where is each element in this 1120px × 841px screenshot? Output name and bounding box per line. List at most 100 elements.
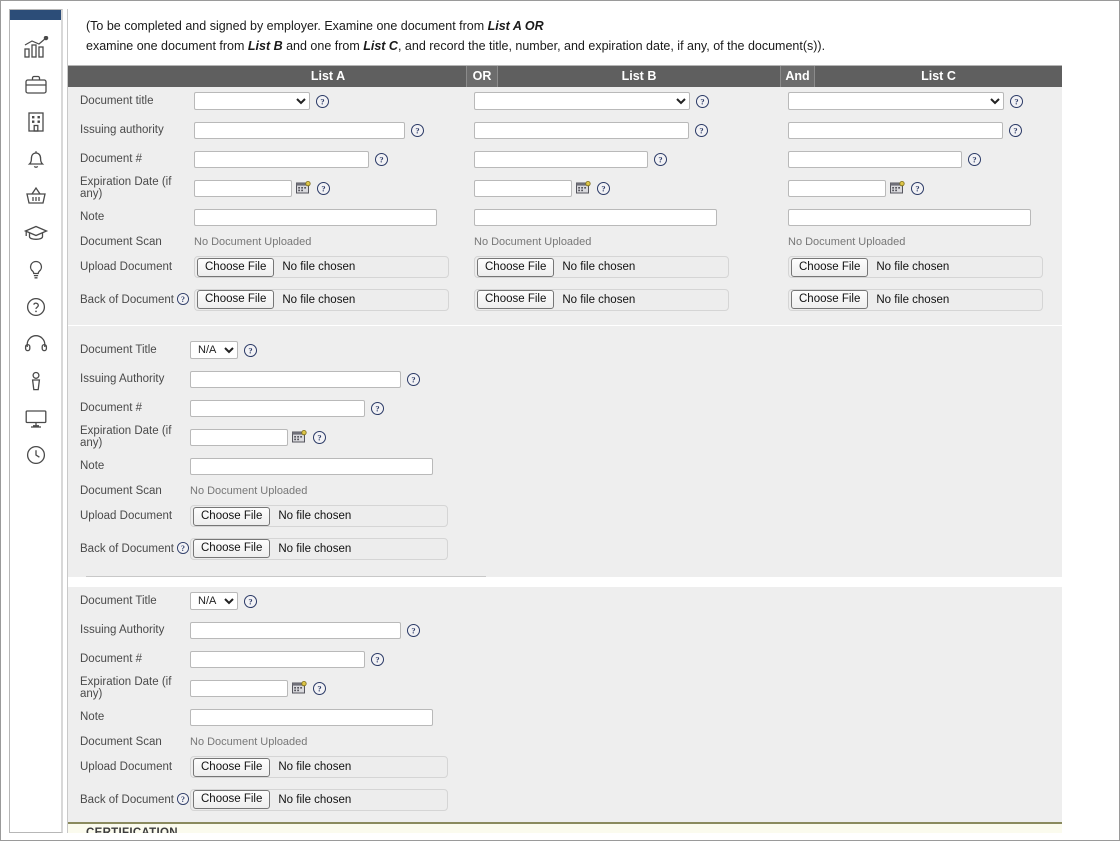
calendar-picker-icon[interactable] — [292, 429, 307, 444]
sidebar-item-profile[interactable] — [16, 363, 56, 399]
calendar-picker-icon[interactable] — [576, 180, 591, 195]
issuing-authority-input-a[interactable] — [194, 121, 405, 139]
back-of-document-filepicker-s2[interactable]: Choose File No file chosen — [190, 537, 448, 560]
back-of-document-filepicker-s3[interactable]: Choose File No file chosen — [190, 788, 448, 811]
choose-file-button[interactable]: Choose File — [791, 257, 869, 277]
upload-document-filepicker-s3[interactable]: Choose File No file chosen — [190, 756, 448, 778]
svg-text:?: ? — [248, 596, 252, 606]
help-icon[interactable]: ? — [654, 152, 667, 166]
choose-file-button[interactable]: Choose File — [193, 790, 271, 809]
sidebar-item-company[interactable] — [16, 104, 56, 140]
help-icon[interactable]: ? — [1010, 94, 1023, 108]
help-icon[interactable]: ? — [176, 793, 190, 806]
document-scan-status-s2: No Document Uploaded — [190, 484, 308, 497]
note-input-a[interactable] — [194, 208, 437, 226]
help-icon[interactable]: ? — [316, 94, 329, 108]
expiration-date-input-c[interactable] — [788, 179, 886, 197]
document-title-select-b[interactable] — [474, 92, 690, 110]
choose-file-button[interactable]: Choose File — [197, 290, 275, 309]
sidebar-item-help[interactable] — [16, 289, 56, 325]
document-title-select-s3[interactable]: N/A — [190, 592, 238, 610]
clock-icon — [23, 443, 49, 467]
choose-file-button[interactable]: Choose File — [477, 257, 555, 277]
document-title-select-a[interactable] — [194, 92, 310, 110]
sidebar-item-time[interactable] — [16, 437, 56, 473]
instructions-text: and one from — [282, 39, 364, 54]
document-number-input-s3[interactable] — [190, 650, 365, 668]
calendar-picker-icon[interactable] — [296, 180, 311, 195]
document-number-input-c[interactable] — [788, 150, 962, 168]
choose-file-button[interactable]: Choose File — [197, 257, 275, 277]
help-icon[interactable]: ? — [968, 152, 981, 166]
upload-document-filepicker-s2[interactable]: Choose File No file chosen — [190, 505, 448, 527]
cell-document-title-a: ? — [190, 92, 468, 110]
help-icon[interactable]: ? — [371, 652, 384, 666]
help-icon[interactable]: ? — [911, 181, 924, 195]
issuing-authority-input-b[interactable] — [474, 121, 689, 139]
choose-file-button[interactable]: Choose File — [193, 539, 271, 558]
sidebar-item-notifications[interactable] — [16, 141, 56, 177]
document-title-select-c[interactable] — [788, 92, 1004, 110]
issuing-authority-input-s2[interactable] — [190, 370, 401, 388]
sidebar-item-analytics[interactable] — [16, 30, 56, 66]
question-circle-icon — [23, 295, 49, 319]
back-of-document-filepicker-a[interactable]: Choose File No file chosen — [194, 288, 449, 311]
sidebar-item-desktop[interactable] — [16, 400, 56, 436]
help-icon[interactable]: ? — [407, 623, 420, 637]
sidebar-item-ideas[interactable] — [16, 252, 56, 288]
help-icon[interactable]: ? — [244, 594, 257, 608]
note-input-s3[interactable] — [190, 708, 433, 726]
expiration-date-input-s2[interactable] — [190, 428, 288, 446]
note-input-b[interactable] — [474, 208, 717, 226]
issuing-authority-input-c[interactable] — [788, 121, 1003, 139]
row-back-of-document: Back of Document ? Choose File No file c… — [68, 283, 1062, 317]
help-icon[interactable]: ? — [371, 401, 384, 415]
note-input-s2[interactable] — [190, 457, 433, 475]
cell-back-of-document-c: Choose File No file chosen — [782, 288, 1062, 311]
choose-file-button[interactable]: Choose File — [477, 290, 555, 309]
help-icon[interactable]: ? — [695, 123, 708, 137]
document-number-input-a[interactable] — [194, 150, 369, 168]
sidebar-item-training[interactable] — [16, 215, 56, 251]
document-number-input-s2[interactable] — [190, 399, 365, 417]
help-icon[interactable]: ? — [244, 343, 257, 357]
header-list-a: List A — [190, 65, 466, 87]
choose-file-button[interactable]: Choose File — [193, 757, 271, 777]
help-icon[interactable]: ? — [411, 123, 424, 137]
back-of-document-filepicker-b[interactable]: Choose File No file chosen — [474, 288, 729, 311]
expiration-date-input-a[interactable] — [194, 179, 292, 197]
help-icon[interactable]: ? — [176, 293, 190, 306]
calendar-picker-icon[interactable] — [292, 680, 307, 695]
help-icon[interactable]: ? — [313, 430, 326, 444]
cell-issuing-authority-c: ? — [782, 121, 1062, 139]
building-icon — [23, 110, 49, 134]
svg-text:?: ? — [915, 183, 919, 193]
sidebar-item-store[interactable] — [16, 178, 56, 214]
label-back-of-document: Back of Document — [80, 293, 174, 306]
document-title-select-s2[interactable]: N/A — [190, 341, 238, 359]
help-icon[interactable]: ? — [313, 681, 326, 695]
upload-document-filepicker-c[interactable]: Choose File No file chosen — [788, 256, 1043, 278]
expiration-date-input-b[interactable] — [474, 179, 572, 197]
help-icon[interactable]: ? — [1009, 123, 1022, 137]
help-icon[interactable]: ? — [597, 181, 610, 195]
sidebar-item-jobs[interactable] — [16, 67, 56, 103]
row-document-number-s3: Document # ? — [68, 645, 1062, 674]
svg-text:?: ? — [181, 544, 185, 553]
calendar-picker-icon[interactable] — [890, 180, 905, 195]
choose-file-button[interactable]: Choose File — [193, 506, 271, 526]
back-of-document-filepicker-c[interactable]: Choose File No file chosen — [788, 288, 1043, 311]
help-icon[interactable]: ? — [375, 152, 388, 166]
sidebar-item-support[interactable] — [16, 326, 56, 362]
choose-file-button[interactable]: Choose File — [791, 290, 869, 309]
help-icon[interactable]: ? — [176, 542, 190, 555]
document-number-input-b[interactable] — [474, 150, 648, 168]
note-input-c[interactable] — [788, 208, 1031, 226]
help-icon[interactable]: ? — [407, 372, 420, 386]
help-icon[interactable]: ? — [317, 181, 330, 195]
upload-document-filepicker-a[interactable]: Choose File No file chosen — [194, 256, 449, 278]
help-icon[interactable]: ? — [696, 94, 709, 108]
upload-document-filepicker-b[interactable]: Choose File No file chosen — [474, 256, 729, 278]
expiration-date-input-s3[interactable] — [190, 679, 288, 697]
issuing-authority-input-s3[interactable] — [190, 621, 401, 639]
